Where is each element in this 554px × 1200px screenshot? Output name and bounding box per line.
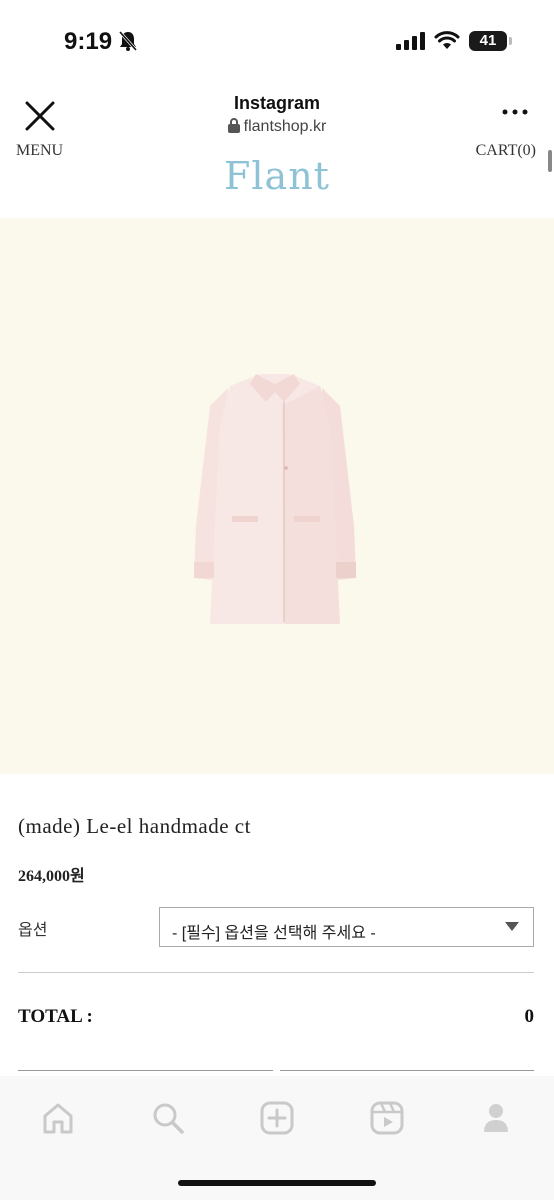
coat-image [194, 374, 356, 624]
lock-icon [227, 118, 240, 133]
bell-slash-icon [118, 31, 138, 51]
signal-icon [396, 32, 425, 50]
option-select-value: - [필수] 옵션을 선택해 주세요 - [172, 925, 376, 942]
cart-button[interactable]: CART(0) [476, 142, 536, 160]
total-value: 0 [524, 1006, 535, 1027]
product-price: 264,000원 [18, 868, 85, 885]
chevron-down-icon [505, 922, 519, 931]
site-header: MENU Flant CART(0) [0, 140, 554, 218]
site-logo[interactable]: Flant [0, 154, 554, 198]
wifi-icon [434, 31, 460, 49]
add-post-icon[interactable] [259, 1100, 295, 1136]
divider [18, 972, 534, 973]
home-icon[interactable] [40, 1100, 76, 1136]
product-image[interactable] [0, 218, 554, 774]
browser-title: Instagram [233, 93, 321, 113]
browser-url-text: flantshop.kr [243, 118, 327, 135]
search-icon[interactable] [150, 1100, 186, 1136]
total-label: TOTAL : [18, 1006, 93, 1027]
more-icon[interactable] [500, 106, 530, 118]
option-select[interactable]: - [필수] 옵션을 선택해 주세요 - [159, 907, 534, 947]
product-name: (made) Le-el handmade ct [18, 814, 251, 838]
reels-icon[interactable] [369, 1100, 405, 1136]
browser-url[interactable]: flantshop.kr [0, 118, 554, 136]
battery-nub [509, 37, 512, 45]
status-bar: 9:19 41 [0, 0, 554, 80]
profile-icon[interactable] [478, 1100, 514, 1136]
scrollbar[interactable] [548, 150, 552, 172]
status-time: 9:19 [64, 28, 113, 55]
option-label: 옵션 [18, 922, 48, 939]
battery-icon: 41 [469, 31, 507, 51]
home-indicator[interactable] [178, 1180, 376, 1186]
